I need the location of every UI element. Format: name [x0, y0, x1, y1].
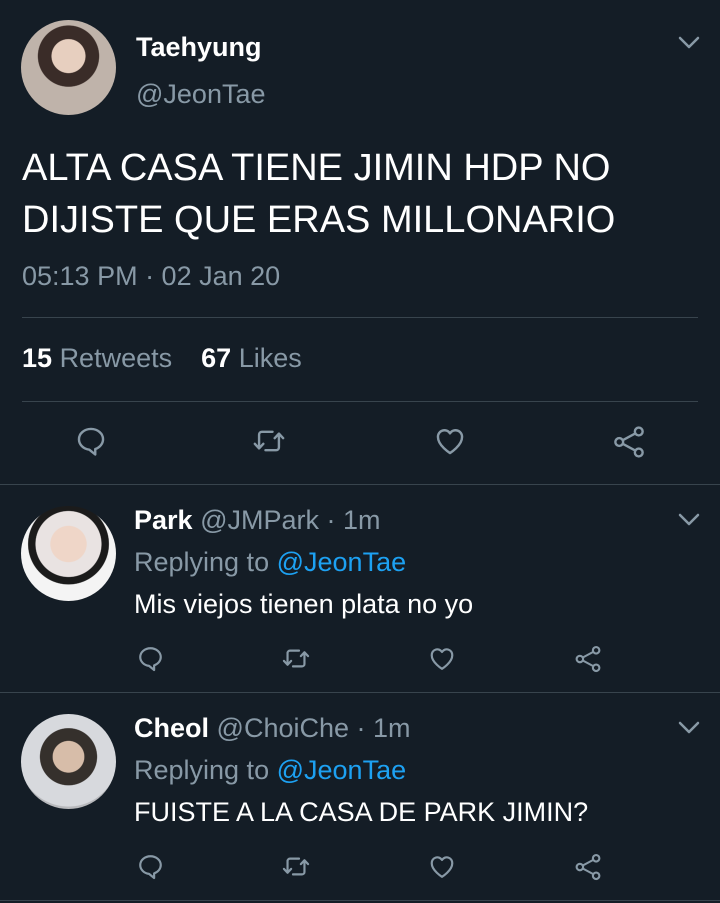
retweets-label[interactable]: Retweets [60, 343, 173, 373]
author-name[interactable]: Cheol [134, 713, 209, 743]
share-icon[interactable] [572, 644, 604, 674]
reply-header: Cheol @ChoiChe · 1m [134, 713, 411, 744]
author-handle[interactable]: @JMPark [200, 505, 319, 535]
share-icon[interactable] [572, 852, 604, 882]
reply-icon[interactable] [136, 644, 165, 673]
avatar[interactable] [21, 714, 116, 809]
reply-header: Park @JMPark · 1m [134, 505, 381, 536]
author-name[interactable]: Taehyung [136, 32, 262, 63]
divider [0, 692, 720, 693]
chevron-down-icon[interactable] [678, 36, 700, 50]
reply-icon[interactable] [136, 852, 165, 881]
engagement-stats: 15 Retweets 67 Likes [22, 343, 302, 374]
share-icon[interactable] [610, 424, 648, 460]
retweet-icon[interactable] [250, 424, 288, 458]
divider [0, 900, 720, 901]
author-handle[interactable]: @JeonTae [136, 79, 266, 110]
author-name[interactable]: Park [134, 505, 193, 535]
divider [0, 484, 720, 485]
reply-text: FUISTE A LA CASA DE PARK JIMIN? [134, 797, 589, 827]
divider [22, 317, 698, 318]
retweet-icon[interactable] [280, 644, 312, 673]
heart-icon[interactable] [432, 424, 468, 458]
replying-prefix: Replying to [134, 755, 270, 785]
retweet-icon[interactable] [280, 852, 312, 881]
chevron-down-icon[interactable] [678, 513, 700, 527]
reply-time: · 1m [326, 505, 381, 535]
reply-text: Mis viejos tienen plata no yo [134, 589, 474, 619]
replying-to-link[interactable]: @JeonTae [277, 547, 407, 577]
divider [22, 401, 698, 402]
heart-icon[interactable] [427, 644, 457, 673]
reply-icon[interactable] [74, 424, 108, 458]
replying-to-line: Replying to @JeonTae [134, 547, 406, 578]
tweet-text-line-1: ALTA CASA TIENE JIMIN HDP NO [22, 147, 611, 189]
chevron-down-icon[interactable] [678, 721, 700, 735]
tweet-timestamp: 05:13 PM · 02 Jan 20 [22, 261, 281, 291]
replying-to-line: Replying to @JeonTae [134, 755, 406, 786]
heart-icon[interactable] [427, 852, 457, 881]
likes-label[interactable]: Likes [239, 343, 302, 373]
replying-prefix: Replying to [134, 547, 270, 577]
likes-count[interactable]: 67 [201, 343, 231, 373]
avatar[interactable] [21, 506, 116, 601]
replying-to-link[interactable]: @JeonTae [277, 755, 407, 785]
reply-time: · 1m [356, 713, 411, 743]
author-handle[interactable]: @ChoiChe [217, 713, 349, 743]
avatar[interactable] [21, 20, 116, 115]
retweets-count[interactable]: 15 [22, 343, 52, 373]
tweet-text-line-2: DIJISTE QUE ERAS MILLONARIO [22, 199, 616, 241]
